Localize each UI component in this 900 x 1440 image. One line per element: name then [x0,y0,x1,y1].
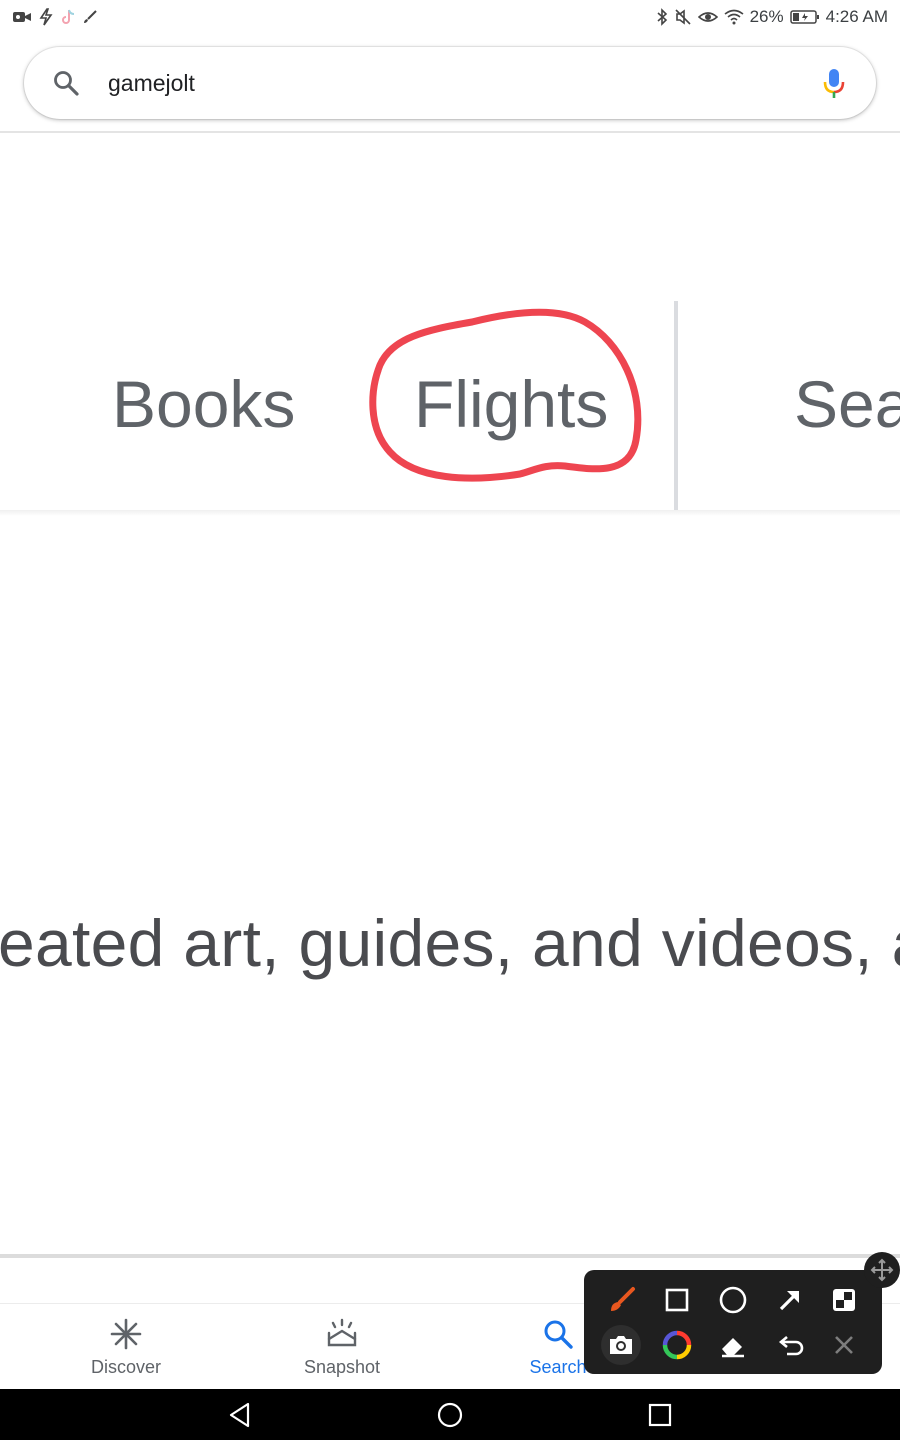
nav-label: Snapshot [303,1357,381,1377]
arrow-icon[interactable] [770,1280,810,1320]
flash-icon [38,8,54,26]
move-handle-icon[interactable] [864,1252,900,1288]
rectangle-icon[interactable] [657,1280,697,1320]
video-icon [12,9,32,25]
recents-icon[interactable] [646,1401,674,1434]
nav-label: Discover [90,1357,161,1377]
brush-icon [82,9,98,25]
back-icon[interactable] [226,1401,254,1434]
home-icon[interactable] [436,1401,464,1434]
header-divider [0,131,900,133]
content-divider [0,1254,900,1258]
wifi-icon [724,9,744,25]
snapshot-icon [262,1316,422,1352]
brush-icon[interactable] [602,1280,642,1320]
circle-icon[interactable] [713,1280,753,1320]
tab-books[interactable]: Books [112,366,295,442]
asterisk-icon [46,1316,206,1352]
floating-toolbar[interactable] [584,1270,882,1374]
mute-icon [674,8,692,26]
battery-percent: 26% [749,7,784,26]
search-input[interactable]: gamejolt [108,70,195,97]
system-navigation-bar [0,1389,900,1440]
status-bar: 26% 4:26 AM [0,0,900,36]
search-icon[interactable] [52,69,80,102]
tab-divider [674,301,678,511]
bluetooth-icon [656,8,668,26]
battery-icon [789,9,820,25]
clock: 4:26 AM [825,7,888,26]
mosaic-icon[interactable] [824,1280,864,1320]
search-bar[interactable]: gamejolt [24,47,876,119]
mic-icon[interactable] [822,67,846,106]
nav-discover[interactable]: Discover [46,1316,206,1378]
nav-snapshot[interactable]: Snapshot [262,1316,422,1378]
system-status: 26% 4:26 AM [656,7,888,27]
tab-sea[interactable]: Sea [794,366,900,442]
tiktok-icon [60,8,76,26]
camera-icon[interactable] [601,1325,641,1365]
undo-icon[interactable] [770,1325,810,1365]
eraser-icon[interactable] [713,1325,753,1365]
eye-comfort-icon [697,9,718,25]
close-icon[interactable] [824,1325,864,1365]
color-wheel-icon[interactable] [657,1325,697,1365]
red-circle-annotation [369,308,642,482]
banner-text: eated art, guides, and videos, a [0,906,900,980]
notification-icons [12,8,98,26]
tabs-divider [0,510,900,516]
